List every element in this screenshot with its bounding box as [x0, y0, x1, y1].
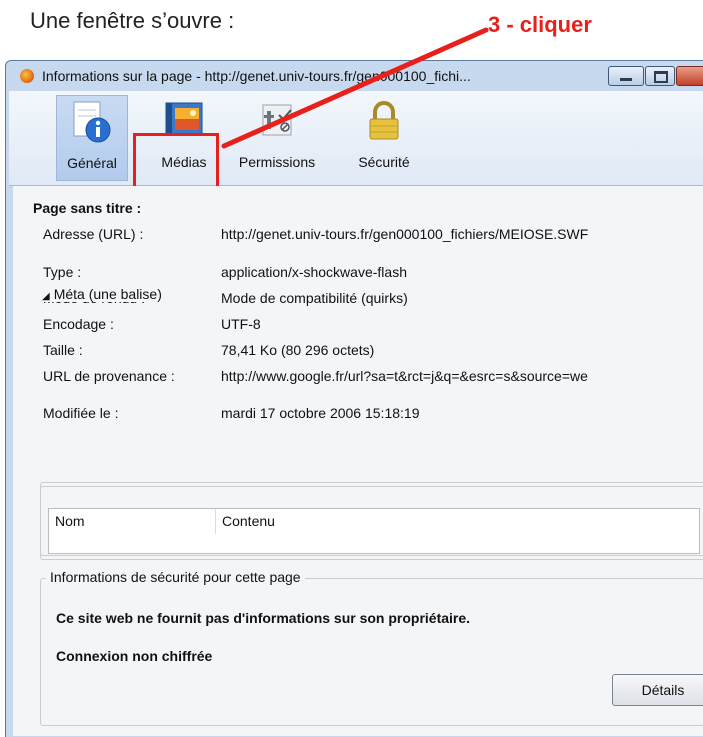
callout-arrow — [221, 27, 489, 149]
